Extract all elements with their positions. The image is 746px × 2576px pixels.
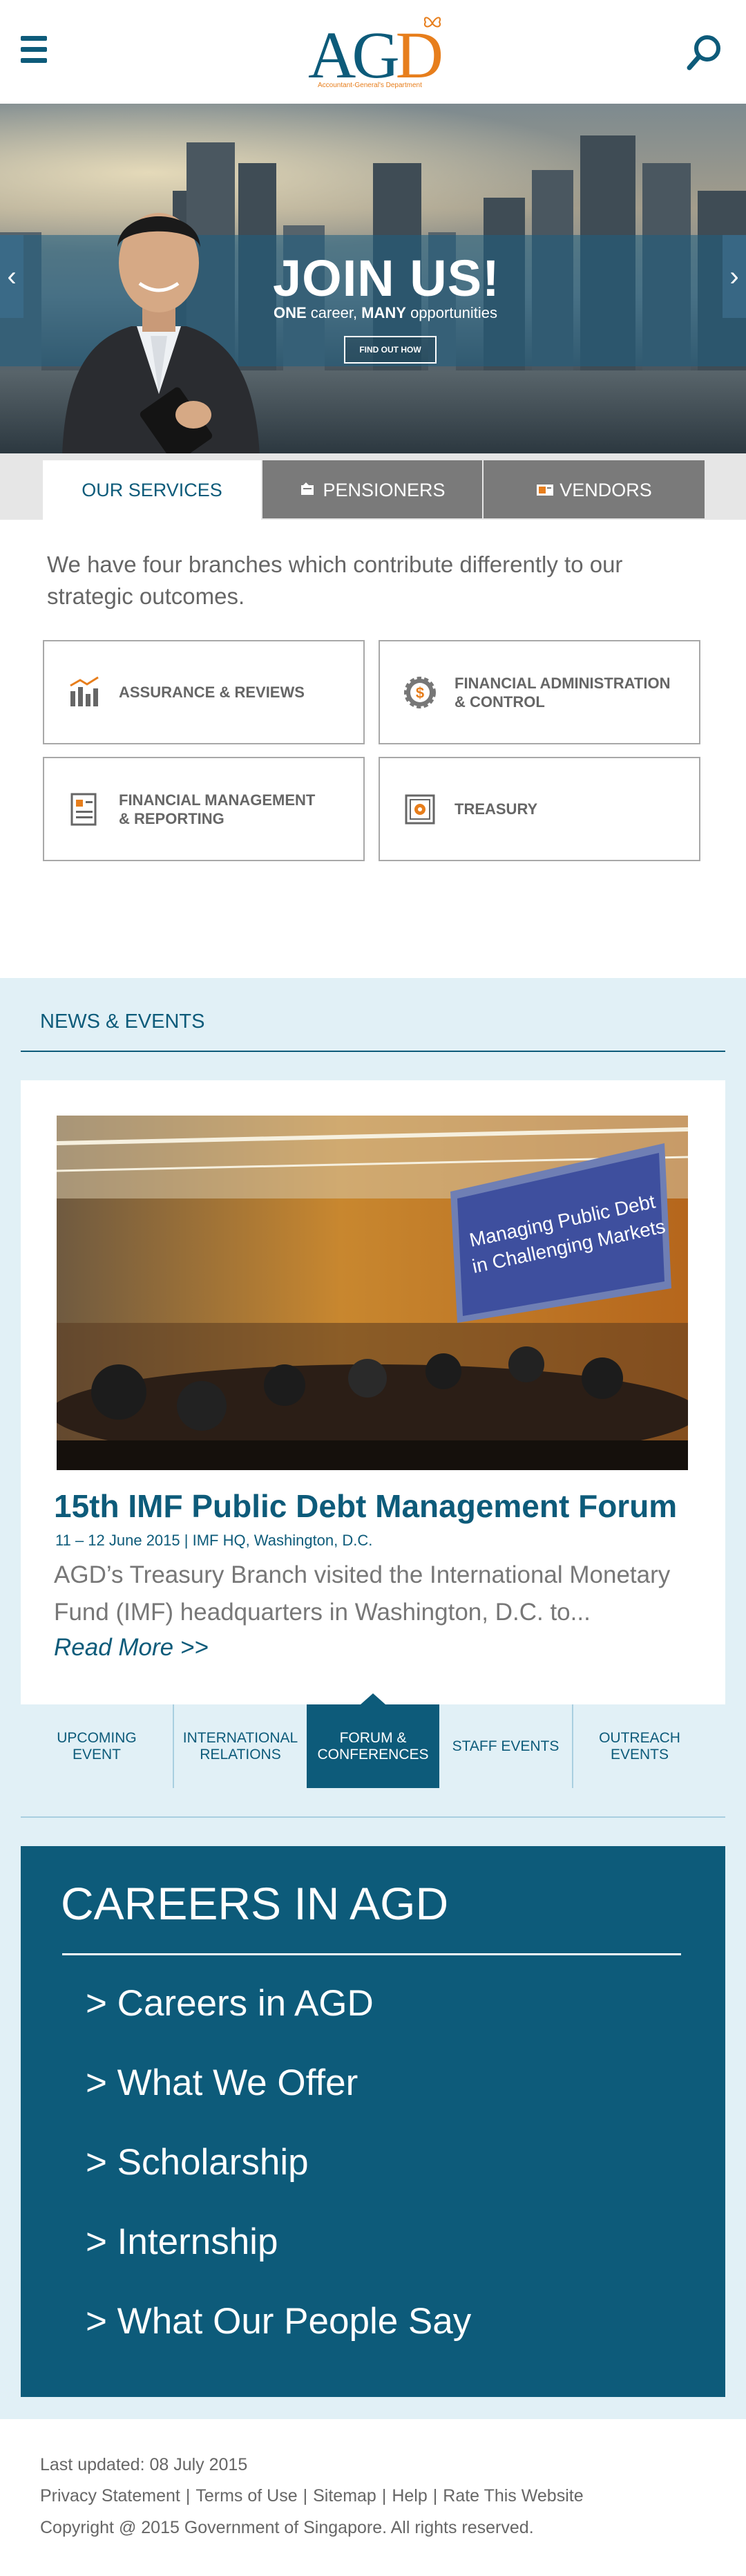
news-article-title[interactable]: 15th IMF Public Debt Management Forum [54, 1487, 677, 1525]
tab-forum-conferences[interactable]: FORUM & CONFERENCES [307, 1693, 439, 1788]
service-card-assurance[interactable]: ASSURANCE & REVIEWS [43, 640, 365, 744]
hero-banner: JOIN US! ONE career, MANY opportunities … [0, 104, 746, 453]
tab-outreach-events[interactable]: OUTREACH EVENTS [573, 1704, 706, 1788]
last-updated: Last updated: 08 July 2015 [40, 2455, 248, 2474]
services-intro: We have four branches which contribute d… [47, 552, 623, 609]
news-article-meta: 11 – 12 June 2015 | IMF HQ, Washington, … [55, 1532, 373, 1549]
read-more-link[interactable]: Read More >> [54, 1634, 209, 1662]
careers-link-what-our-people-say[interactable]: > What Our People Say [86, 2300, 471, 2342]
service-card-financial-management[interactable]: FINANCIAL MANAGEMENT & REPORTING [43, 757, 365, 861]
service-label: FINANCIAL ADMINISTRATION [455, 674, 671, 692]
divider [21, 1816, 725, 1818]
active-tab-pointer [361, 1693, 385, 1704]
service-label: TREASURY [455, 800, 538, 818]
hero-title: JOIN US! [273, 250, 500, 307]
logo-wordmark: AGD [308, 18, 443, 92]
divider [21, 1051, 725, 1052]
tab-vendors[interactable]: VENDORS [484, 460, 705, 518]
footer-link-help[interactable]: Help [392, 2486, 427, 2506]
careers-link-what-we-offer[interactable]: > What We Offer [86, 2062, 358, 2104]
logo-tagline: Accountant-General's Department [318, 82, 422, 89]
footer-link-sitemap[interactable]: Sitemap [313, 2486, 376, 2506]
divider [62, 1953, 681, 1955]
safe-icon [405, 794, 435, 825]
careers-link-internship[interactable]: > Internship [86, 2221, 278, 2263]
footer-link-rate[interactable]: Rate This Website [443, 2486, 583, 2506]
news-events-heading: NEWS & EVENTS [40, 1010, 205, 1033]
audience-tabs: OUR SERVICES PENSIONERS VENDORS [0, 453, 746, 520]
agd-logo[interactable]: AGD Accountant-General's Department [297, 8, 449, 95]
news-category-tabs: UPCOMING EVENT INTERNATIONAL RELATIONS FOR… [21, 1693, 725, 1788]
site-header: AGD Accountant-General's Department [0, 0, 746, 104]
tab-staff-events[interactable]: STAFF EVENTS [439, 1704, 573, 1788]
svg-text:$: $ [416, 684, 424, 702]
hero-person-image [62, 213, 260, 453]
copyright: Copyright @ 2015 Government of Singapore… [40, 2518, 534, 2537]
search-icon[interactable] [684, 32, 725, 73]
tab-pensioners[interactable]: PENSIONERS [262, 460, 482, 518]
carousel-prev-arrow[interactable]: ‹ [0, 235, 23, 318]
tab-international-relations[interactable]: INTERNATIONAL RELATIONS [174, 1704, 307, 1788]
tab-upcoming-event[interactable]: UPCOMING EVENT [21, 1704, 174, 1788]
news-article-excerpt: AGD’s Treasury Branch visited the Intern… [54, 1561, 671, 1626]
hero-subtitle: ONE career, MANY opportunities [274, 304, 498, 321]
hamburger-menu-icon[interactable] [21, 36, 47, 64]
service-card-financial-admin[interactable]: $ FINANCIAL ADMINISTRATION & CONTROL [379, 640, 700, 744]
pensioner-icon [301, 482, 314, 495]
service-label: ASSURANCE & REVIEWS [119, 684, 305, 701]
bar-chart-icon [70, 676, 99, 706]
gear-dollar-icon: $ [404, 677, 436, 708]
find-out-how-button[interactable]: FIND OUT HOW [344, 336, 437, 364]
news-photo[interactable]: Managing Public Debt in Challenging Mark… [57, 1116, 688, 1470]
careers-link-careers-in-agd[interactable]: > Careers in AGD [86, 1982, 374, 2024]
service-label: FINANCIAL MANAGEMENT [119, 791, 316, 809]
footer-link-privacy[interactable]: Privacy Statement [40, 2486, 180, 2506]
footer-links: Privacy Statement | Terms of Use | Sitemap | H… [40, 2486, 584, 2506]
tab-our-services[interactable]: OUR SERVICES [43, 460, 261, 520]
careers-link-scholarship[interactable]: > Scholarship [86, 2141, 309, 2183]
service-card-treasury[interactable]: TREASURY [379, 757, 700, 861]
report-icon [70, 793, 97, 826]
careers-heading: CAREERS IN AGD [61, 1878, 449, 1929]
carousel-next-arrow[interactable]: › [723, 235, 746, 318]
footer-link-terms[interactable]: Terms of Use [195, 2486, 297, 2506]
vendor-icon [537, 485, 554, 496]
